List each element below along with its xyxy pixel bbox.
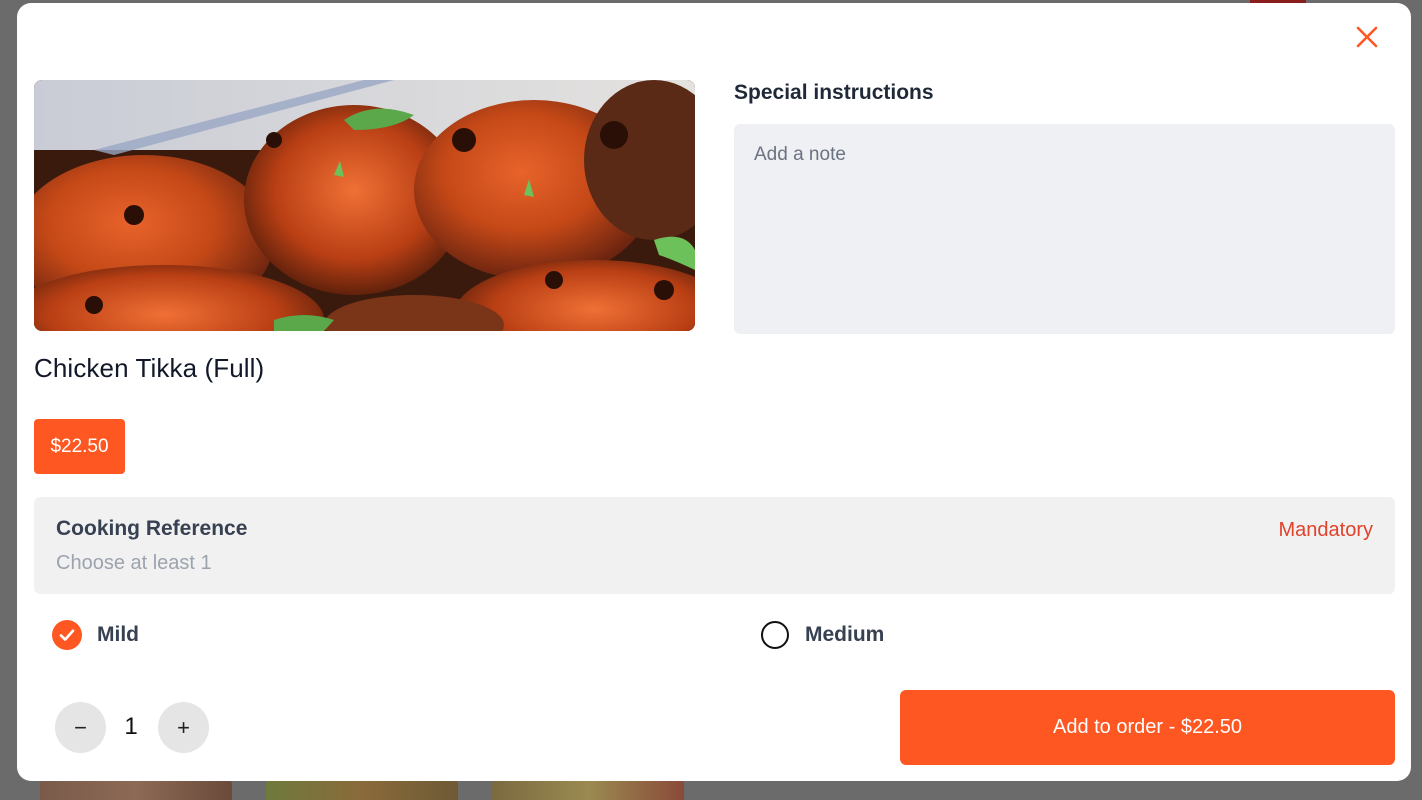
price-badge: $22.50 [34,419,125,474]
add-to-order-button[interactable]: Add to order - $22.50 [900,690,1395,765]
quantity-value: 1 [124,713,138,740]
item-title: Chicken Tikka (Full) [34,353,265,383]
special-instructions-label: Special instructions [734,81,934,104]
option-group-subtitle: Choose at least 1 [56,552,212,574]
quantity-increase-button[interactable]: + [158,702,209,753]
plus-icon: + [177,714,190,740]
checkmark-icon [59,629,75,641]
radio-unchecked-icon[interactable] [761,621,789,649]
mandatory-label: Mandatory [1278,519,1374,541]
close-button[interactable] [1351,21,1383,53]
dish-photo [34,80,695,331]
option-choice-medium[interactable]: Medium [760,615,884,655]
special-instructions-input[interactable] [734,124,1395,334]
background-menu-card [266,780,458,800]
option-choice-mild[interactable]: Mild [52,615,139,655]
option-choice-label: Mild [97,623,139,646]
option-group-header: Cooking Reference Choose at least 1 Mand… [34,497,1395,594]
radio-checked-icon[interactable] [52,620,82,650]
option-group-title: Cooking Reference [56,517,248,540]
option-choice-label: Medium [805,623,885,646]
background-menu-card [492,780,684,800]
minus-icon: − [74,714,87,740]
dish-image [34,80,695,331]
close-icon [1356,26,1378,48]
item-detail-modal: Chicken Tikka (Full) $22.50 Special inst… [17,3,1411,781]
quantity-decrease-button[interactable]: − [55,702,106,753]
background-menu-card [40,780,232,800]
